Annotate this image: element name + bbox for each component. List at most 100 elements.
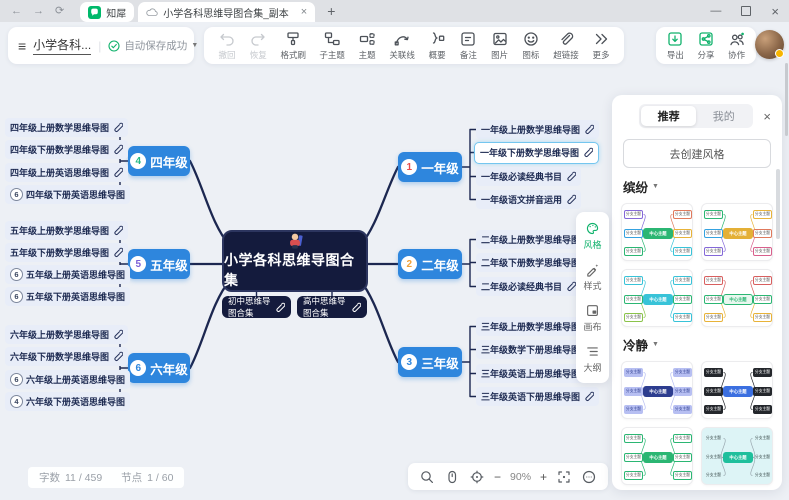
window-close-button[interactable]: × bbox=[771, 4, 779, 19]
link-icon[interactable] bbox=[112, 247, 124, 258]
toolbar-topic-button[interactable]: 主题 bbox=[358, 30, 376, 61]
toolbar-relation-button[interactable]: 关联线 bbox=[389, 30, 415, 61]
link-icon[interactable] bbox=[565, 281, 577, 292]
link-icon[interactable] bbox=[112, 122, 124, 133]
page-scrollbar[interactable] bbox=[785, 63, 788, 136]
mindmap-child-node[interactable]: 四年级上册数学思维导图 bbox=[5, 118, 129, 137]
export-button[interactable]: 导出 bbox=[666, 30, 684, 61]
toolbar-emoji-button[interactable]: 图标 bbox=[522, 30, 540, 61]
panel-tab-mine[interactable]: 我的 bbox=[696, 106, 751, 126]
fit-screen-icon[interactable] bbox=[556, 469, 572, 485]
section-header: 冷静 ▼ bbox=[623, 339, 659, 353]
mindmap-child-node[interactable]: 一年级语文拼音运用 bbox=[476, 190, 582, 209]
link-icon[interactable] bbox=[583, 391, 595, 402]
style-thumbnail[interactable]: 中心主题 分支主题 分支主题 分支主题 分支主题 分支主题 分支主题 bbox=[701, 269, 773, 327]
branch-node-3[interactable]: 3 三年级 bbox=[398, 347, 462, 377]
mindmap-child-node[interactable]: 一年级必读经典书目 bbox=[476, 167, 582, 186]
style-thumbnail[interactable]: 中心主题 分支主题 分支主题 分支主题 分支主题 分支主题 分支主题 bbox=[621, 361, 693, 419]
node-text: 四年级下册英语思维导图 bbox=[26, 190, 126, 200]
zoom-in-button[interactable]: + bbox=[540, 470, 547, 484]
style-thumbnail[interactable]: 中心主题 分支主题 分支主题 分支主题 分支主题 分支主题 分支主题 bbox=[621, 203, 693, 261]
mindmap-child-node[interactable]: 五年级下册数学思维导图 bbox=[5, 243, 129, 262]
mindmap-child-node[interactable]: 六年级下册数学思维导图 bbox=[5, 347, 129, 366]
link-icon[interactable] bbox=[112, 225, 124, 236]
style-thumbnail[interactable]: 中心主题 分支主题 分支主题 分支主题 分支主题 分支主题 分支主题 bbox=[701, 361, 773, 419]
node-text: 三年级英语下册思维导图 bbox=[481, 392, 581, 402]
search-icon[interactable] bbox=[419, 469, 435, 485]
style-thumbnail[interactable]: 中心主题 分支主题 分支主题 分支主题 分支主题 分支主题 分支主题 bbox=[621, 269, 693, 327]
side-tab-outline[interactable]: 大纲 bbox=[583, 344, 602, 374]
document-title[interactable]: 小学各科... bbox=[33, 36, 92, 55]
collab-button[interactable]: 协作 bbox=[728, 30, 746, 61]
mindmap-child-node[interactable]: 五年级上册数学思维导图 bbox=[5, 221, 129, 240]
mindmap-child-node[interactable]: 6 四年级下册英语思维导图 bbox=[5, 185, 131, 204]
toolbar-note-button[interactable]: 备注 bbox=[459, 30, 477, 61]
mindmap-center-node[interactable]: 小学各科思维导图合集 bbox=[222, 230, 368, 292]
new-tab-button[interactable]: + bbox=[327, 3, 335, 19]
link-icon[interactable] bbox=[583, 124, 595, 135]
mindmap-child-node[interactable]: 6 五年级下册英语思维导图 bbox=[5, 287, 131, 306]
chevron-down-icon[interactable]: ▼ bbox=[652, 183, 659, 190]
tab-close-icon[interactable]: × bbox=[301, 6, 307, 18]
center-sub-node[interactable]: 高中思维导图合集 bbox=[297, 296, 367, 318]
panel-scrollbar[interactable] bbox=[776, 169, 780, 239]
brush-icon bbox=[284, 30, 302, 48]
branch-node-5[interactable]: 5 五年级 bbox=[128, 249, 190, 279]
toolbar-image-button[interactable]: 图片 bbox=[491, 30, 509, 61]
mindmap-child-node[interactable]: 六年级上册数学思维导图 bbox=[5, 325, 129, 344]
toolbar-more-button[interactable]: 更多 bbox=[592, 30, 610, 61]
toolbar-subtopic-button[interactable]: 子主题 bbox=[319, 30, 345, 61]
app-tab[interactable]: 知犀 bbox=[80, 2, 135, 22]
locate-center-icon[interactable] bbox=[469, 469, 485, 485]
avatar[interactable] bbox=[755, 30, 784, 59]
toolbar-brush-button[interactable]: 格式刷 bbox=[281, 30, 306, 61]
thumbnail-grid: 中心主题 分支主题 分支主题 分支主题 分支主题 分支主题 分支主题 中心主题 分支主题 分支主题… bbox=[621, 361, 773, 490]
autosave-status[interactable]: 自动保存成功 ▼ bbox=[108, 38, 198, 53]
link-icon[interactable] bbox=[565, 171, 577, 182]
more-options-icon[interactable] bbox=[581, 469, 597, 485]
panel-tab-recommended[interactable]: 推荐 bbox=[641, 106, 697, 126]
back-icon[interactable]: ← bbox=[11, 0, 22, 22]
mindmap-child-node[interactable]: 6 五年级上册英语思维导图 bbox=[5, 265, 131, 284]
link-icon[interactable] bbox=[565, 194, 577, 205]
zoom-out-button[interactable]: − bbox=[494, 470, 501, 484]
style-thumbnail[interactable]: 中心主题 分支主题 分支主题 分支主题 分支主题 分支主题 分支主题 bbox=[701, 203, 773, 261]
mindmap-child-node[interactable]: 6 六年级上册英语思维导图 bbox=[5, 370, 131, 389]
mindmap-child-node[interactable]: 一年级下册数学思维导图 bbox=[474, 141, 600, 164]
create-style-button[interactable]: 去创建风格 bbox=[623, 139, 771, 168]
forward-icon[interactable]: → bbox=[33, 0, 44, 22]
mindmap-child-node[interactable]: 二年级必读经典书目 bbox=[476, 277, 582, 296]
window-minimize-button[interactable]: — bbox=[710, 5, 721, 17]
center-sub-node[interactable]: 初中思维导图合集 bbox=[222, 296, 291, 318]
panel-close-icon[interactable]: × bbox=[761, 109, 773, 124]
mindmap-child-node[interactable]: 四年级上册英语思维导图 bbox=[5, 163, 129, 182]
mindmap-child-node[interactable]: 4 六年级下册英语思维导图 bbox=[5, 392, 131, 411]
side-tab-canvas[interactable]: 画布 bbox=[583, 303, 602, 333]
chevron-down-icon[interactable]: ▼ bbox=[652, 341, 659, 348]
branch-node-6[interactable]: 6 六年级 bbox=[128, 353, 190, 383]
mouse-mode-icon[interactable] bbox=[444, 469, 460, 485]
window-maximize-button[interactable] bbox=[741, 6, 752, 16]
mindmap-child-node[interactable]: 四年级下册数学思维导图 bbox=[5, 140, 129, 159]
link-icon[interactable] bbox=[112, 351, 124, 362]
link-icon[interactable] bbox=[582, 147, 594, 158]
link-icon[interactable] bbox=[112, 329, 124, 340]
link-icon[interactable] bbox=[112, 167, 124, 178]
branch-node-1[interactable]: 1 一年级 bbox=[398, 152, 462, 182]
style-thumbnail[interactable]: 中心主题 分支主题 分支主题 分支主题 分支主题 分支主题 分支主题 bbox=[621, 427, 693, 485]
hamburger-menu-icon[interactable]: ≡ bbox=[18, 38, 26, 54]
branch-node-2[interactable]: 2 二年级 bbox=[398, 249, 462, 279]
side-tab-style[interactable]: 风格 bbox=[583, 221, 602, 251]
mindmap-child-node[interactable]: 三年级英语下册思维导图 bbox=[476, 387, 600, 406]
share-button[interactable]: 分享 bbox=[697, 30, 715, 61]
more-icon bbox=[592, 30, 610, 48]
side-tab-format[interactable]: 样式 bbox=[583, 262, 602, 292]
branch-node-4[interactable]: 4 四年级 bbox=[128, 146, 190, 176]
toolbar-link-button[interactable]: 超链接 bbox=[553, 30, 579, 61]
refresh-icon[interactable]: ⟳ bbox=[55, 0, 64, 22]
style-thumbnail[interactable]: 中心主题 分支主题 分支主题 分支主题 分支主题 分支主题 分支主题 bbox=[701, 427, 773, 485]
link-icon[interactable] bbox=[112, 144, 124, 155]
document-tab[interactable]: 小学各科思维导图合集_副本 × bbox=[138, 2, 316, 22]
mindmap-child-node[interactable]: 一年级上册数学思维导图 bbox=[476, 120, 600, 139]
toolbar-summary-button[interactable]: 概要 bbox=[428, 30, 446, 61]
